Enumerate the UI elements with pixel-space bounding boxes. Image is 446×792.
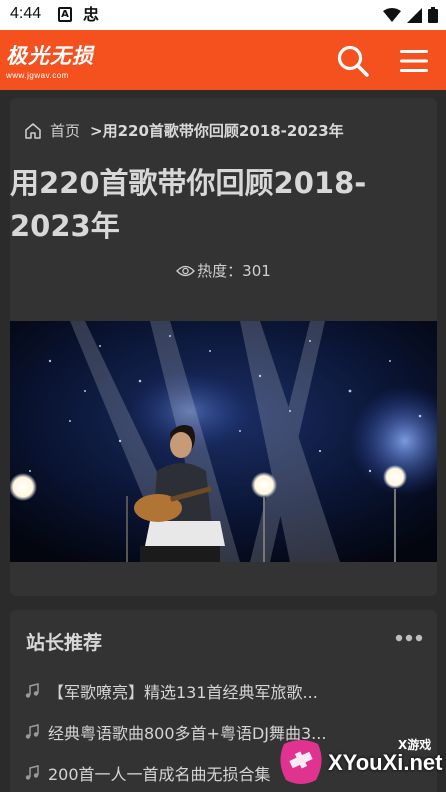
breadcrumb-separator: > — [90, 121, 103, 140]
status-bar: 4:44 A 忠 — [0, 0, 446, 30]
view-count-label: 热度：301 — [197, 262, 271, 280]
status-time: 4:44 — [10, 5, 42, 22]
menu-icon[interactable] — [398, 48, 430, 74]
more-icon[interactable] — [395, 634, 423, 642]
wifi-icon — [383, 7, 401, 22]
music-note-icon — [25, 723, 39, 739]
breadcrumb: 首页 > 用220首歌带你回顾2018-2023年 — [24, 120, 344, 141]
watermark-logo: X游戏 XYouXi.net — [276, 734, 446, 792]
recommend-title: 站长推荐 — [26, 632, 103, 654]
eye-icon — [176, 265, 196, 276]
battery-icon — [428, 7, 438, 23]
site-header: 极光无损 www.jgwav.com — [0, 30, 446, 90]
search-icon[interactable] — [336, 44, 370, 78]
site-logo[interactable]: 极光无损 www.jgwav.com — [6, 40, 94, 80]
list-item-label: 【军歌嘹亮】精选131首经典军旅歌... — [48, 682, 318, 702]
watermark-text: XYouXi.net — [328, 750, 443, 775]
video-player[interactable] — [10, 321, 437, 562]
breadcrumb-current: 用220首歌带你回顾2018-2023年 — [102, 122, 344, 140]
a-notification-icon: A — [58, 7, 72, 22]
logo-text: 极光无损 — [6, 44, 94, 68]
music-note-icon — [25, 682, 39, 698]
list-item-label: 200首一人一首成名曲无损合集 — [48, 764, 271, 784]
view-count: 热度：301 — [10, 260, 437, 281]
logo-url: www.jgwav.com — [6, 71, 69, 80]
breadcrumb-home-link[interactable]: 首页 — [50, 120, 80, 141]
article-card: 首页 > 用220首歌带你回顾2018-2023年 用220首歌带你回顾2018… — [10, 98, 437, 596]
app-notification-icon: 忠 — [82, 5, 99, 24]
gamepad-logo-icon — [280, 740, 322, 784]
page-title: 用220首歌带你回顾2018-2023年 — [10, 166, 367, 243]
music-note-icon — [25, 764, 39, 780]
list-item[interactable]: 【军歌嘹亮】精选131首经典军旅歌... — [24, 670, 424, 711]
home-icon[interactable] — [24, 122, 42, 140]
signal-icon — [407, 7, 422, 23]
